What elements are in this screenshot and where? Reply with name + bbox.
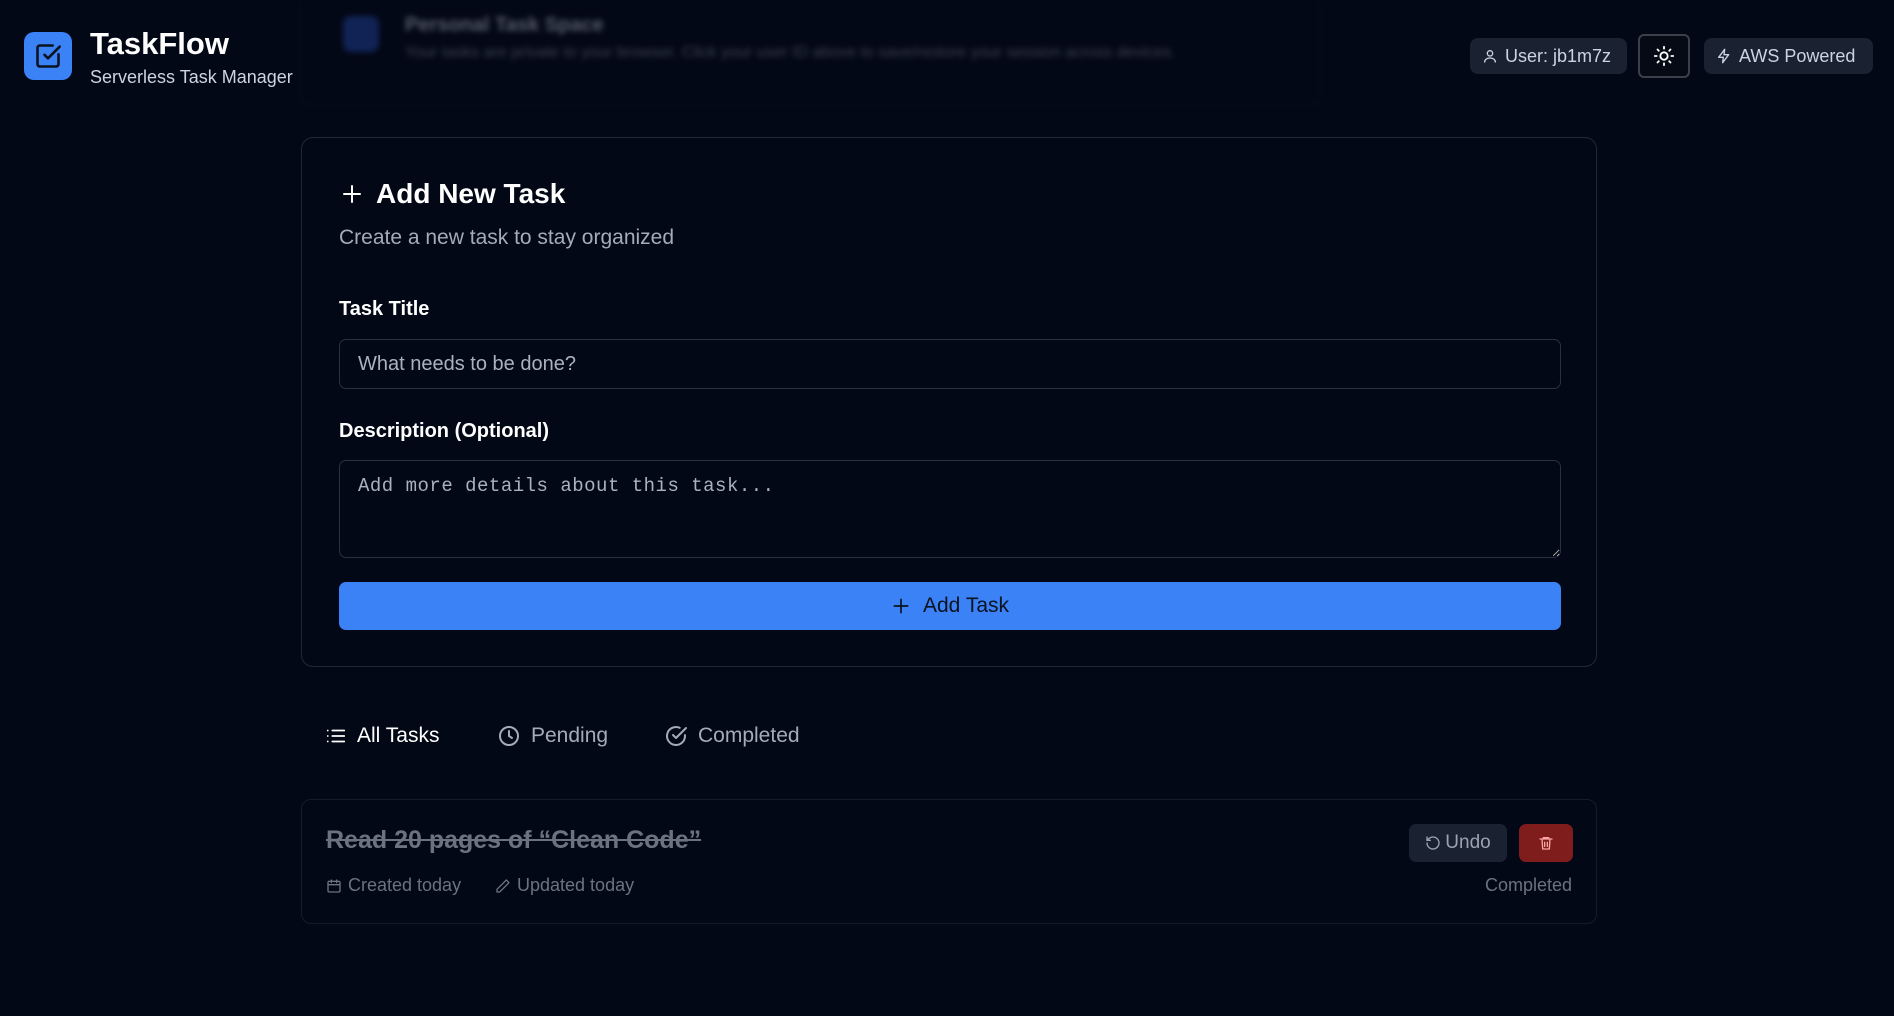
user-icon	[1484, 50, 1496, 63]
app-title: TaskFlow	[90, 26, 229, 61]
aws-badge: AWS Powered	[1704, 38, 1873, 74]
delete-task-button[interactable]	[1519, 824, 1573, 862]
description-textarea[interactable]	[339, 460, 1561, 558]
tab-pending-label: Pending	[531, 724, 609, 747]
task-status: Completed	[1484, 875, 1572, 895]
add-task-subtitle: Create a new task to stay organized	[339, 226, 675, 249]
add-task-card: Add New Task Create a new task to stay o…	[301, 137, 1597, 667]
task-title-label: Task Title	[339, 298, 430, 320]
add-task-title: Add New Task	[376, 178, 566, 209]
tab-all-tasks[interactable]: All Tasks	[325, 724, 439, 748]
aws-badge-label: AWS Powered	[1739, 45, 1856, 66]
tab-all-tasks-label: All Tasks	[357, 724, 440, 747]
task-title: Read 20 pages of “Clean Code”	[326, 826, 702, 854]
theme-toggle-button[interactable]	[1638, 34, 1690, 78]
lightning-icon	[1718, 48, 1730, 64]
check-circle-icon	[666, 726, 687, 746]
task-created: Created today	[326, 875, 461, 896]
undo-icon	[1426, 836, 1440, 850]
task-updated: Updated today	[495, 875, 634, 896]
undo-button[interactable]: Undo	[1409, 824, 1507, 862]
tab-pending[interactable]: Pending	[497, 724, 608, 748]
task-created-label: Created today	[348, 875, 462, 895]
add-task-button-label: Add Task	[923, 594, 1009, 617]
sun-icon	[1653, 45, 1675, 67]
banner-icon	[343, 16, 379, 52]
task-manager-page: TaskFlow Serverless Task Manager Persona…	[0, 0, 1894, 1016]
trash-icon	[1539, 837, 1553, 850]
task-item: Read 20 pages of “Clean Code” Created to…	[301, 799, 1597, 924]
calendar-icon	[327, 878, 341, 893]
plus-icon	[893, 598, 909, 614]
banner-description: Your tasks are private to your browser. …	[405, 44, 1176, 61]
pencil-icon	[496, 878, 510, 893]
private-space-banner: Personal Task Space Your tasks are priva…	[300, 0, 1320, 106]
checkbox-logo-icon	[36, 44, 61, 68]
undo-button-label: Undo	[1445, 832, 1491, 853]
list-icon	[326, 729, 346, 743]
app-logo	[24, 32, 72, 80]
task-title-input[interactable]	[339, 339, 1561, 389]
app-subtitle: Serverless Task Manager	[90, 67, 293, 87]
task-updated-label: Updated today	[517, 875, 635, 895]
description-label: Description (Optional)	[339, 420, 549, 442]
banner-title: Personal Task Space	[405, 14, 604, 36]
app-header: TaskFlow Serverless Task Manager Persona…	[0, 0, 1894, 110]
clock-icon	[499, 726, 519, 746]
add-task-heading: Add New Task	[340, 178, 565, 210]
tab-completed-label: Completed	[698, 724, 800, 747]
add-task-button[interactable]: Add Task	[339, 582, 1561, 630]
tab-completed[interactable]: Completed	[664, 724, 800, 748]
user-id-button[interactable]: User: jb1m7z	[1470, 38, 1627, 74]
user-id-label: User: jb1m7z	[1505, 45, 1612, 66]
plus-icon	[343, 185, 361, 203]
